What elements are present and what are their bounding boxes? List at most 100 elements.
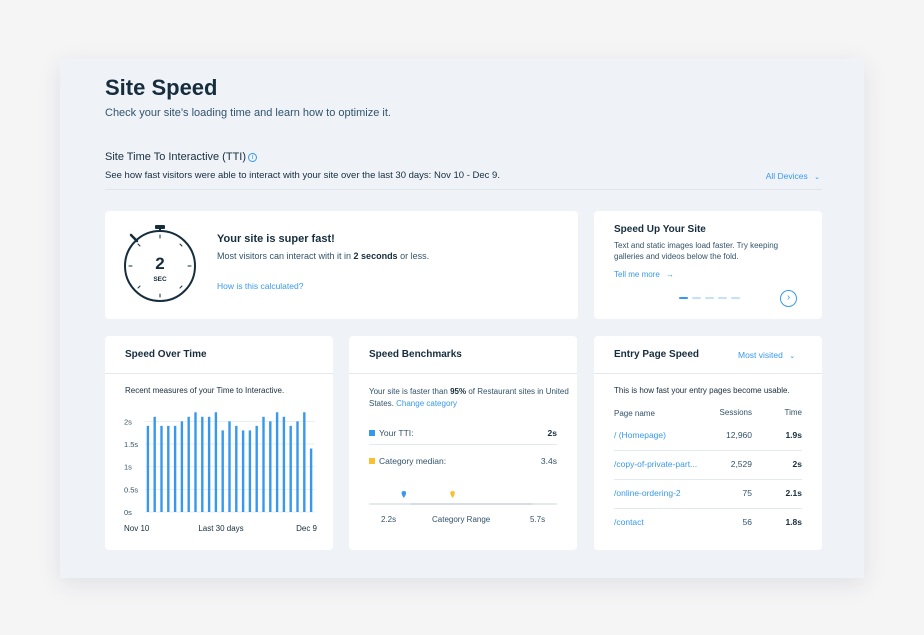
tell-me-more-link[interactable]: Tell me more → bbox=[614, 270, 674, 279]
category-range-bar bbox=[410, 503, 533, 505]
speed-bar[interactable] bbox=[255, 425, 258, 512]
table-row[interactable]: / (Homepage) 12,960 1.9s bbox=[614, 422, 802, 451]
your-tti-label: Your TTI: bbox=[379, 428, 414, 438]
how-calculated-link[interactable]: How is this calculated? bbox=[217, 281, 303, 291]
speed-bar[interactable] bbox=[269, 421, 272, 512]
speed-bar[interactable] bbox=[201, 416, 204, 512]
your-tti-row: Your TTI: 2s bbox=[369, 428, 557, 438]
page-link[interactable]: /online-ordering-2 bbox=[614, 488, 681, 498]
sessions-cell: 2,529 bbox=[730, 459, 752, 469]
carousel-dot[interactable] bbox=[731, 297, 740, 299]
bench-bold: 95% bbox=[450, 387, 467, 396]
median-label: Category median: bbox=[379, 456, 447, 466]
change-category-link[interactable]: Change category bbox=[396, 399, 457, 408]
speed-bar[interactable] bbox=[173, 425, 177, 512]
summary-description: Most visitors can interact with it in 2 … bbox=[217, 251, 429, 261]
speed-bar[interactable] bbox=[289, 425, 292, 512]
table-row[interactable]: /copy-of-private-part... 2,529 2s bbox=[614, 451, 802, 480]
speed-bar[interactable] bbox=[153, 416, 156, 512]
y-tick-label: 0.5s bbox=[124, 485, 138, 494]
range-label: Category Range bbox=[432, 515, 491, 524]
your-tti-label-wrap: Your TTI: bbox=[369, 428, 414, 438]
category-median-row: Category median: 3.4s bbox=[369, 456, 557, 466]
card-description: This is how fast your entry pages become… bbox=[614, 386, 790, 395]
bench-text: Your site is faster than bbox=[369, 387, 451, 396]
sessions-cell: 12,960 bbox=[726, 430, 752, 440]
speed-bar[interactable] bbox=[309, 448, 313, 512]
carousel-dot[interactable] bbox=[718, 297, 727, 299]
stopwatch-icon: 2 SEC bbox=[124, 225, 196, 302]
range-max-label: 5.7s bbox=[530, 515, 546, 524]
tti-summary-card: 2 SEC Your site is super fast! Most visi… bbox=[105, 211, 578, 319]
speed-bar[interactable] bbox=[160, 425, 163, 512]
tip-title: Speed Up Your Site bbox=[614, 224, 706, 235]
speed-bar[interactable] bbox=[235, 425, 238, 512]
carousel-dot[interactable] bbox=[705, 297, 714, 299]
x-label-end: Dec 9 bbox=[296, 524, 317, 533]
tell-me-more-label: Tell me more bbox=[614, 270, 660, 279]
carousel-dot[interactable] bbox=[679, 297, 688, 299]
your-tti-value: 2s bbox=[547, 428, 557, 438]
speed-bar[interactable] bbox=[262, 416, 265, 512]
benchmark-description: Your site is faster than 95% of Restaura… bbox=[369, 386, 569, 409]
your-tti-marker[interactable] bbox=[401, 491, 407, 498]
column-header-page: Page name bbox=[614, 409, 655, 418]
carousel-dot[interactable] bbox=[692, 297, 701, 299]
chevron-down-icon: ⌄ bbox=[789, 353, 796, 360]
category-range-chart bbox=[369, 491, 557, 505]
sessions-cell: 75 bbox=[742, 488, 752, 498]
speed-bar[interactable] bbox=[207, 416, 211, 512]
y-tick-label: 1.5s bbox=[124, 440, 138, 449]
speed-bar[interactable] bbox=[146, 425, 150, 512]
site-speed-panel: Site Speed Check your site’s loading tim… bbox=[60, 59, 864, 578]
summary-text-end: or less. bbox=[397, 251, 430, 261]
time-cell: 2s bbox=[792, 459, 802, 469]
speed-bar[interactable] bbox=[187, 416, 190, 512]
tip-description: Text and static images load faster. Try … bbox=[614, 241, 779, 261]
speed-tip-card: Speed Up Your Site Text and static image… bbox=[594, 211, 822, 319]
speed-bar[interactable] bbox=[303, 412, 306, 512]
chevron-down-icon: ⌄ bbox=[814, 174, 820, 181]
summary-text: Most visitors can interact with it in bbox=[217, 251, 354, 261]
median-marker[interactable] bbox=[450, 491, 455, 498]
legend-swatch bbox=[369, 458, 375, 464]
card-title: Entry Page Speed bbox=[614, 349, 700, 360]
speed-bar[interactable] bbox=[194, 412, 197, 512]
x-label-range: Last 30 days bbox=[198, 524, 243, 533]
card-title: Speed Benchmarks bbox=[369, 349, 462, 360]
legend-swatch bbox=[369, 430, 375, 436]
speed-bar[interactable] bbox=[241, 430, 245, 512]
speed-bar[interactable] bbox=[282, 416, 286, 512]
speed-over-time-card: Speed Over Time Recent measures of your … bbox=[105, 336, 333, 550]
page-link[interactable]: /copy-of-private-part... bbox=[614, 459, 697, 469]
median-value: 3.4s bbox=[540, 456, 557, 466]
device-filter-dropdown[interactable]: All Devices ⌄ bbox=[766, 171, 820, 181]
speed-bar[interactable] bbox=[248, 430, 252, 512]
tti-description: See how fast visitors were able to inter… bbox=[105, 170, 500, 181]
speed-bar[interactable] bbox=[167, 425, 170, 512]
table-row[interactable]: /contact 56 1.8s bbox=[614, 509, 802, 538]
page-link[interactable]: /contact bbox=[614, 517, 644, 527]
sessions-cell: 56 bbox=[742, 517, 752, 527]
median-label-wrap: Category median: bbox=[369, 456, 446, 466]
speed-bar[interactable] bbox=[180, 421, 184, 512]
page-link[interactable]: / (Homepage) bbox=[614, 430, 666, 440]
info-icon[interactable]: i bbox=[248, 153, 258, 162]
speed-bar[interactable] bbox=[221, 430, 224, 512]
time-cell: 2.1s bbox=[785, 488, 802, 498]
card-description: Recent measures of your Time to Interact… bbox=[125, 386, 285, 395]
table-row[interactable]: /online-ordering-2 75 2.1s bbox=[614, 480, 802, 509]
entry-page-speed-card: Entry Page Speed Most visited ⌄ This is … bbox=[594, 336, 822, 550]
divider bbox=[594, 373, 822, 374]
carousel-next-button[interactable]: › bbox=[780, 290, 797, 307]
speed-bar[interactable] bbox=[228, 421, 231, 512]
tti-unit: SEC bbox=[153, 276, 167, 283]
tti-title-text: Site Time To Interactive (TTI) bbox=[105, 151, 247, 163]
speed-bar[interactable] bbox=[214, 412, 218, 512]
divider bbox=[105, 373, 333, 374]
range-min-label: 2.2s bbox=[381, 515, 397, 524]
speed-bar[interactable] bbox=[275, 412, 279, 512]
speed-bar[interactable] bbox=[296, 421, 299, 512]
divider bbox=[105, 189, 822, 190]
sort-filter-dropdown[interactable]: Most visited ⌄ bbox=[738, 350, 795, 360]
